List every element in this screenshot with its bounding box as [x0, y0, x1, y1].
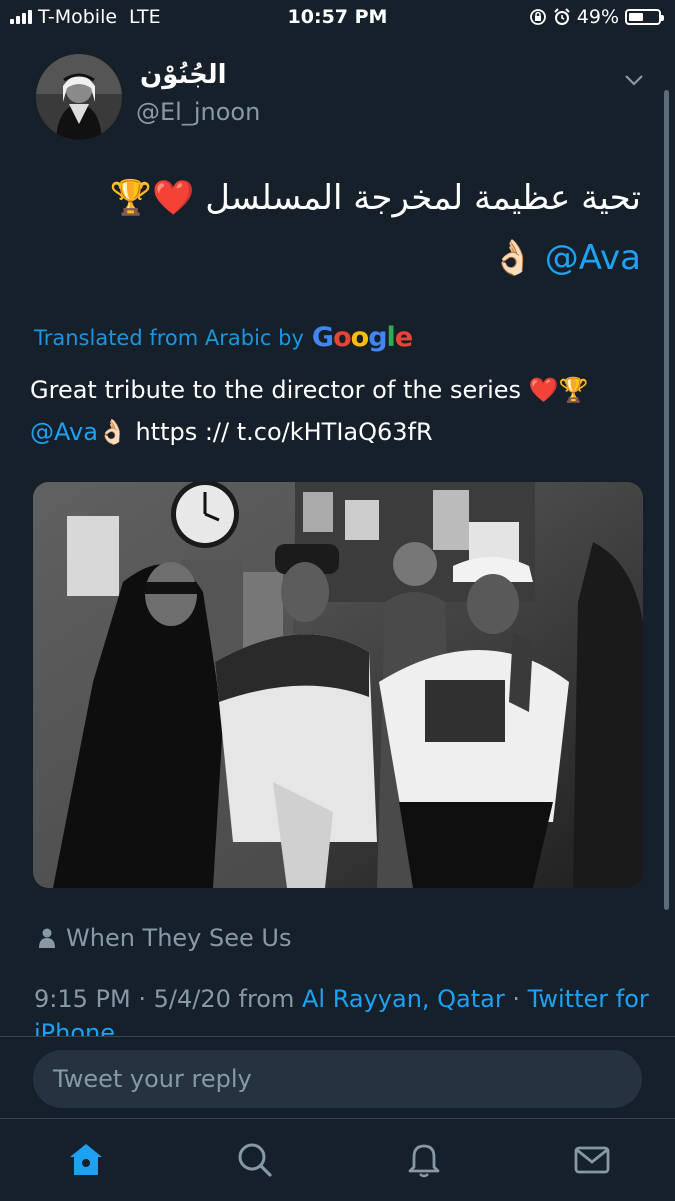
chevron-down-icon[interactable]	[622, 68, 646, 92]
messages-icon[interactable]	[572, 1139, 612, 1179]
ok-hand-emoji: 👌🏻	[97, 418, 128, 446]
tweet-text-arabic-line2: 👌🏻 @Ava	[492, 238, 641, 278]
battery-percent: 49%	[576, 6, 619, 28]
mention-link[interactable]: @Ava	[545, 238, 641, 278]
person-icon	[39, 928, 55, 948]
author-handle[interactable]: @El_jnoon	[136, 98, 260, 126]
tweet-photo[interactable]	[33, 482, 643, 888]
tweet-time: 9:15 PM	[34, 985, 131, 1013]
google-logo: Google	[311, 322, 413, 353]
status-bar: T-Mobile LTE 10:57 PM 49%	[0, 0, 675, 34]
tweet-meta-clip: 9:15 PM · 5/4/20 from Al Rayyan, Qatar ·…	[0, 970, 675, 1036]
ok-hand-emoji: 👌🏻	[491, 238, 534, 278]
topic-label: When They See Us	[66, 924, 292, 952]
alarm-icon	[554, 8, 570, 25]
author-name[interactable]: الجُنُوْن	[140, 60, 227, 90]
tweet-meta: 9:15 PM · 5/4/20 from Al Rayyan, Qatar ·…	[34, 982, 654, 1036]
tweet-date: 5/4/20	[153, 985, 231, 1013]
tweet-text-arabic: تحية عظيمة لمخرجة المسلسل ❤️🏆	[109, 178, 641, 218]
orientation-lock-icon	[529, 9, 546, 25]
translation-text-line2: @Ava👌🏻 https :// t.co/kHTIaQ63fR	[30, 418, 433, 446]
scrollbar[interactable]	[664, 90, 669, 910]
home-icon[interactable]	[66, 1139, 106, 1179]
translation-text: Great tribute to the director of the ser…	[30, 376, 589, 404]
location-link[interactable]: Al Rayyan, Qatar	[302, 985, 505, 1013]
separator: ·	[138, 985, 146, 1013]
translation-url[interactable]: https :// t.co/kHTIaQ63fR	[128, 418, 432, 446]
battery-icon	[625, 9, 664, 25]
search-icon[interactable]	[234, 1139, 274, 1179]
reply-input[interactable]: Tweet your reply	[33, 1050, 642, 1108]
notifications-icon[interactable]	[404, 1139, 444, 1179]
from-label: from	[238, 985, 295, 1013]
translated-label: Translated from Arabic by	[34, 325, 304, 350]
tab-bar	[0, 1118, 675, 1201]
translation-mention-link[interactable]: @Ava	[30, 418, 98, 446]
topic-context[interactable]: When They See Us	[38, 924, 291, 952]
divider	[0, 1036, 675, 1037]
separator: ·	[512, 985, 521, 1013]
avatar[interactable]	[36, 54, 122, 140]
translation-attribution[interactable]: Translated from Arabic by Google	[34, 322, 413, 353]
